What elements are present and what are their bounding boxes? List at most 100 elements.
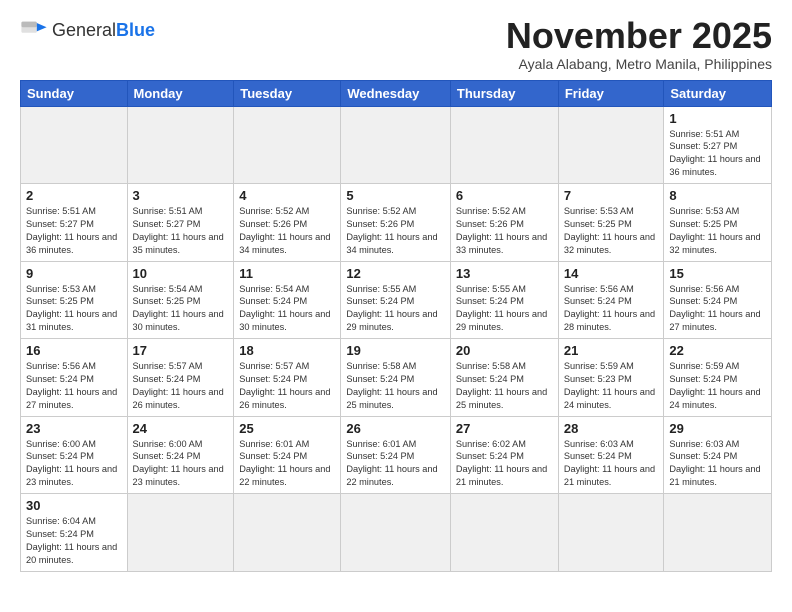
empty-cell [127,106,234,184]
day-20: 20 Sunrise: 5:58 AM Sunset: 5:24 PM Dayl… [450,339,558,417]
day-info-13: Sunrise: 5:55 AM Sunset: 5:24 PM Dayligh… [456,283,553,335]
day-number-13: 13 [456,266,553,281]
day-number-28: 28 [564,421,659,436]
weekday-header-row: Sunday Monday Tuesday Wednesday Thursday… [21,80,772,106]
table-row: 2 Sunrise: 5:51 AM Sunset: 5:27 PM Dayli… [21,184,772,262]
empty-cell [127,494,234,572]
day-18: 18 Sunrise: 5:57 AM Sunset: 5:24 PM Dayl… [234,339,341,417]
header-wednesday: Wednesday [341,80,451,106]
day-info-27: Sunrise: 6:02 AM Sunset: 5:24 PM Dayligh… [456,438,553,490]
day-info-30: Sunrise: 6:04 AM Sunset: 5:24 PM Dayligh… [26,515,122,567]
day-25: 25 Sunrise: 6:01 AM Sunset: 5:24 PM Dayl… [234,416,341,494]
day-26: 26 Sunrise: 6:01 AM Sunset: 5:24 PM Dayl… [341,416,451,494]
table-row: 23 Sunrise: 6:00 AM Sunset: 5:24 PM Dayl… [21,416,772,494]
day-number-17: 17 [133,343,229,358]
day-number-12: 12 [346,266,445,281]
day-number-21: 21 [564,343,659,358]
empty-cell [558,106,664,184]
day-17: 17 Sunrise: 5:57 AM Sunset: 5:24 PM Dayl… [127,339,234,417]
day-number-19: 19 [346,343,445,358]
table-row: 16 Sunrise: 5:56 AM Sunset: 5:24 PM Dayl… [21,339,772,417]
empty-cell [341,494,451,572]
day-6: 6 Sunrise: 5:52 AM Sunset: 5:26 PM Dayli… [450,184,558,262]
header-friday: Friday [558,80,664,106]
day-30: 30 Sunrise: 6:04 AM Sunset: 5:24 PM Dayl… [21,494,128,572]
day-number-2: 2 [26,188,122,203]
day-number-8: 8 [669,188,766,203]
logo-blue: Blue [116,20,155,40]
day-number-9: 9 [26,266,122,281]
logo-general: General [52,20,116,40]
day-info-17: Sunrise: 5:57 AM Sunset: 5:24 PM Dayligh… [133,360,229,412]
day-info-6: Sunrise: 5:52 AM Sunset: 5:26 PM Dayligh… [456,205,553,257]
day-28: 28 Sunrise: 6:03 AM Sunset: 5:24 PM Dayl… [558,416,664,494]
day-number-18: 18 [239,343,335,358]
day-info-7: Sunrise: 5:53 AM Sunset: 5:25 PM Dayligh… [564,205,659,257]
logo-text: GeneralBlue [52,20,155,41]
day-5: 5 Sunrise: 5:52 AM Sunset: 5:26 PM Dayli… [341,184,451,262]
day-number-29: 29 [669,421,766,436]
day-info-22: Sunrise: 5:59 AM Sunset: 5:24 PM Dayligh… [669,360,766,412]
day-info-3: Sunrise: 5:51 AM Sunset: 5:27 PM Dayligh… [133,205,229,257]
day-info-14: Sunrise: 5:56 AM Sunset: 5:24 PM Dayligh… [564,283,659,335]
day-number-7: 7 [564,188,659,203]
day-info-25: Sunrise: 6:01 AM Sunset: 5:24 PM Dayligh… [239,438,335,490]
day-1: 1 Sunrise: 5:51 AM Sunset: 5:27 PM Dayli… [664,106,772,184]
logo-icon [20,16,48,44]
day-info-18: Sunrise: 5:57 AM Sunset: 5:24 PM Dayligh… [239,360,335,412]
title-area: November 2025 Ayala Alabang, Metro Manil… [506,16,772,72]
day-27: 27 Sunrise: 6:02 AM Sunset: 5:24 PM Dayl… [450,416,558,494]
day-number-26: 26 [346,421,445,436]
day-info-19: Sunrise: 5:58 AM Sunset: 5:24 PM Dayligh… [346,360,445,412]
empty-cell [341,106,451,184]
day-number-23: 23 [26,421,122,436]
day-number-10: 10 [133,266,229,281]
day-23: 23 Sunrise: 6:00 AM Sunset: 5:24 PM Dayl… [21,416,128,494]
day-info-4: Sunrise: 5:52 AM Sunset: 5:26 PM Dayligh… [239,205,335,257]
day-info-28: Sunrise: 6:03 AM Sunset: 5:24 PM Dayligh… [564,438,659,490]
page: GeneralBlue November 2025 Ayala Alabang,… [0,0,792,582]
day-info-29: Sunrise: 6:03 AM Sunset: 5:24 PM Dayligh… [669,438,766,490]
table-row: 9 Sunrise: 5:53 AM Sunset: 5:25 PM Dayli… [21,261,772,339]
day-7: 7 Sunrise: 5:53 AM Sunset: 5:25 PM Dayli… [558,184,664,262]
day-29: 29 Sunrise: 6:03 AM Sunset: 5:24 PM Dayl… [664,416,772,494]
empty-cell [450,494,558,572]
day-21: 21 Sunrise: 5:59 AM Sunset: 5:23 PM Dayl… [558,339,664,417]
day-16: 16 Sunrise: 5:56 AM Sunset: 5:24 PM Dayl… [21,339,128,417]
table-row: 1 Sunrise: 5:51 AM Sunset: 5:27 PM Dayli… [21,106,772,184]
empty-cell [664,494,772,572]
day-info-20: Sunrise: 5:58 AM Sunset: 5:24 PM Dayligh… [456,360,553,412]
header-saturday: Saturday [664,80,772,106]
day-24: 24 Sunrise: 6:00 AM Sunset: 5:24 PM Dayl… [127,416,234,494]
day-number-24: 24 [133,421,229,436]
day-number-15: 15 [669,266,766,281]
day-11: 11 Sunrise: 5:54 AM Sunset: 5:24 PM Dayl… [234,261,341,339]
empty-cell [558,494,664,572]
header-monday: Monday [127,80,234,106]
day-info-11: Sunrise: 5:54 AM Sunset: 5:24 PM Dayligh… [239,283,335,335]
day-number-3: 3 [133,188,229,203]
day-info-10: Sunrise: 5:54 AM Sunset: 5:25 PM Dayligh… [133,283,229,335]
day-info-21: Sunrise: 5:59 AM Sunset: 5:23 PM Dayligh… [564,360,659,412]
day-info-16: Sunrise: 5:56 AM Sunset: 5:24 PM Dayligh… [26,360,122,412]
header-sunday: Sunday [21,80,128,106]
header-tuesday: Tuesday [234,80,341,106]
day-10: 10 Sunrise: 5:54 AM Sunset: 5:25 PM Dayl… [127,261,234,339]
day-info-24: Sunrise: 6:00 AM Sunset: 5:24 PM Dayligh… [133,438,229,490]
day-2: 2 Sunrise: 5:51 AM Sunset: 5:27 PM Dayli… [21,184,128,262]
day-number-11: 11 [239,266,335,281]
logo-area: GeneralBlue [20,16,155,44]
empty-cell [450,106,558,184]
day-info-2: Sunrise: 5:51 AM Sunset: 5:27 PM Dayligh… [26,205,122,257]
day-13: 13 Sunrise: 5:55 AM Sunset: 5:24 PM Dayl… [450,261,558,339]
day-number-4: 4 [239,188,335,203]
day-info-26: Sunrise: 6:01 AM Sunset: 5:24 PM Dayligh… [346,438,445,490]
empty-cell [234,106,341,184]
month-title: November 2025 [506,16,772,56]
empty-cell [21,106,128,184]
day-4: 4 Sunrise: 5:52 AM Sunset: 5:26 PM Dayli… [234,184,341,262]
day-number-6: 6 [456,188,553,203]
day-14: 14 Sunrise: 5:56 AM Sunset: 5:24 PM Dayl… [558,261,664,339]
day-info-5: Sunrise: 5:52 AM Sunset: 5:26 PM Dayligh… [346,205,445,257]
day-22: 22 Sunrise: 5:59 AM Sunset: 5:24 PM Dayl… [664,339,772,417]
